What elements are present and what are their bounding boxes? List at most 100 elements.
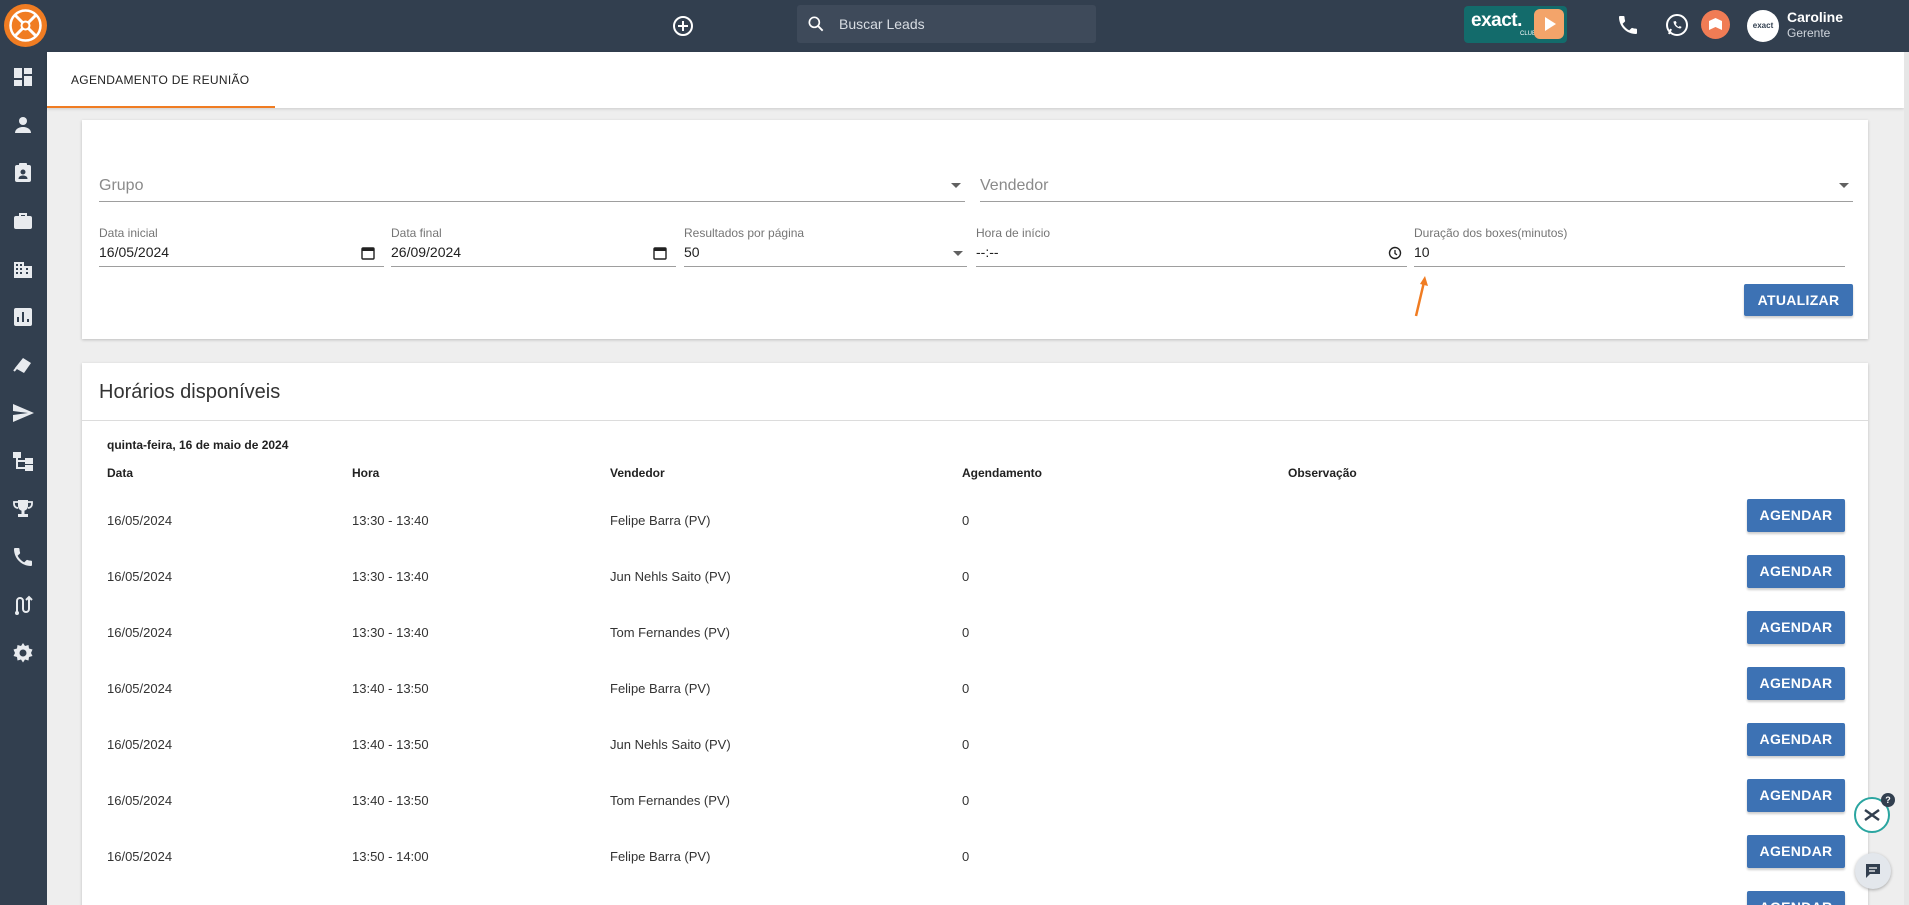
- cell-agendamento: 0: [962, 569, 970, 584]
- annotation-arrow-icon: [1414, 276, 1428, 317]
- results-title: Horários disponíveis: [99, 381, 281, 403]
- club-brand: exact.: [1471, 10, 1522, 31]
- cell-hora: 13:40 - 13:50: [352, 681, 429, 696]
- agendar-button[interactable]: AGENDAR: [1747, 611, 1845, 644]
- avatar[interactable]: exact: [1747, 10, 1779, 42]
- play-icon: [1534, 9, 1564, 39]
- calendar-icon[interactable]: [653, 246, 667, 260]
- help-widget-button[interactable]: ?: [1854, 793, 1895, 833]
- field-underline: [391, 266, 676, 267]
- chevron-down-icon: [951, 183, 961, 188]
- user-name[interactable]: Caroline: [1787, 9, 1843, 25]
- question-badge-icon: ?: [1881, 793, 1895, 807]
- book-icon[interactable]: [1701, 10, 1730, 39]
- cell-data: 16/05/2024: [107, 569, 173, 584]
- tab-agendamento[interactable]: AGENDAMENTO DE REUNIÃO: [47, 52, 275, 108]
- user-role: Gerente: [1787, 26, 1831, 40]
- chevron-down-icon: [953, 251, 963, 256]
- agendar-button[interactable]: AGENDAR: [1747, 499, 1845, 532]
- chevron-down-icon: [1839, 183, 1849, 188]
- contact-icon[interactable]: [11, 161, 35, 185]
- cell-hora: 13:30 - 13:40: [352, 513, 429, 528]
- search-icon: [808, 16, 824, 32]
- agendar-button[interactable]: AGENDAR: [1747, 891, 1845, 905]
- filter-card: Grupo Vendedor Data inicial 16/05/2024 D…: [82, 120, 1868, 339]
- phone-icon[interactable]: [1616, 13, 1640, 37]
- atualizar-button[interactable]: ATUALIZAR: [1744, 284, 1853, 316]
- hora-inicio-label: Hora de início: [976, 226, 1051, 240]
- cell-data: 16/05/2024: [107, 681, 173, 696]
- add-circle-icon[interactable]: [671, 14, 695, 38]
- building-icon[interactable]: [11, 257, 35, 281]
- cell-vendedor: Tom Fernandes (PV): [610, 625, 730, 640]
- cell-data: 16/05/2024: [107, 737, 173, 752]
- calendar-icon[interactable]: [361, 246, 375, 260]
- grupo-placeholder: Grupo: [99, 177, 144, 194]
- cell-vendedor: Felipe Barra (PV): [610, 513, 711, 528]
- route-icon[interactable]: [11, 593, 35, 617]
- chart-icon[interactable]: [11, 305, 35, 329]
- cell-agendamento: 0: [962, 625, 970, 640]
- cell-agendamento: 0: [962, 793, 970, 808]
- agendar-button[interactable]: AGENDAR: [1747, 667, 1845, 700]
- dashboard-icon[interactable]: [11, 65, 35, 89]
- field-underline: [976, 266, 1407, 267]
- table-row: 16/05/2024 13:30 - 13:40 Felipe Barra (PV)…: [82, 492, 1868, 548]
- cell-agendamento: 0: [962, 849, 970, 864]
- top-bar: exact. CLUB exact Caroline Gerente: [0, 0, 1909, 52]
- whatsapp-icon[interactable]: [1664, 12, 1690, 38]
- table-row: 16/05/2024 13:30 - 13:40 Jun Nehls Saito (…: [82, 548, 1868, 604]
- cell-vendedor: Felipe Barra (PV): [610, 681, 711, 696]
- exact-club-button[interactable]: exact. CLUB: [1464, 6, 1567, 43]
- column-header-data: Data: [107, 466, 134, 480]
- trophy-icon[interactable]: [11, 497, 35, 521]
- table-row: 16/05/2024 13:50 - 14:00 Felipe Barra (PV)…: [82, 828, 1868, 884]
- vendedor-placeholder: Vendedor: [980, 177, 1049, 194]
- agendar-button[interactable]: AGENDAR: [1747, 835, 1845, 868]
- tags-icon[interactable]: [11, 353, 35, 377]
- agendar-button[interactable]: AGENDAR: [1747, 555, 1845, 588]
- duracao-value[interactable]: 10: [1414, 244, 1430, 260]
- person-icon[interactable]: [11, 113, 35, 137]
- app-logo-icon[interactable]: [4, 4, 47, 47]
- search-box[interactable]: [797, 5, 1096, 43]
- sidebar: [0, 52, 47, 905]
- clock-icon[interactable]: [1388, 246, 1402, 260]
- hierarchy-icon[interactable]: [11, 449, 35, 473]
- field-underline: [99, 266, 384, 267]
- cell-data: 16/05/2024: [107, 793, 173, 808]
- table-row: 16/05/202413:50 - 14:00Tom Fernandes (PV…: [82, 884, 1868, 905]
- data-final-label: Data final: [391, 226, 442, 240]
- table-row: 16/05/2024 13:30 - 13:40 Tom Fernandes (PV…: [82, 604, 1868, 660]
- divider: [82, 420, 1868, 421]
- search-input[interactable]: [839, 12, 1079, 36]
- duracao-label: Duração dos boxes(minutos): [1414, 226, 1568, 240]
- column-header-hora: Hora: [352, 466, 380, 480]
- settings-icon[interactable]: [11, 641, 35, 665]
- data-final-value[interactable]: 26/09/2024: [391, 244, 461, 260]
- agendar-button[interactable]: AGENDAR: [1747, 779, 1845, 812]
- cell-agendamento: 0: [962, 737, 970, 752]
- active-tab-indicator: [47, 106, 275, 108]
- data-inicial-value[interactable]: 16/05/2024: [99, 244, 169, 260]
- table-row: 16/05/2024 13:40 - 13:50 Felipe Barra (PV)…: [82, 660, 1868, 716]
- day-title: quinta-feira, 16 de maio de 2024: [107, 438, 289, 452]
- hora-inicio-value[interactable]: --:--: [976, 244, 999, 260]
- cell-hora: 13:50 - 14:00: [352, 849, 429, 864]
- cell-hora: 13:30 - 13:40: [352, 625, 429, 640]
- column-header-observacao: Observação: [1288, 466, 1357, 480]
- agendar-button[interactable]: AGENDAR: [1747, 723, 1845, 756]
- vendedor-select[interactable]: Vendedor: [980, 170, 1853, 202]
- phone-sidebar-icon[interactable]: [11, 545, 35, 569]
- field-underline: [684, 266, 967, 267]
- chat-button[interactable]: [1855, 853, 1891, 889]
- briefcase-icon[interactable]: [11, 209, 35, 233]
- cell-data: 16/05/2024: [107, 625, 173, 640]
- send-icon[interactable]: [11, 401, 35, 425]
- grupo-select[interactable]: Grupo: [99, 170, 965, 202]
- cell-data: 16/05/2024: [107, 513, 173, 528]
- scrollbar[interactable]: [1904, 52, 1909, 905]
- tab-bar: AGENDAMENTO DE REUNIÃO: [47, 52, 1904, 108]
- cell-vendedor: Jun Nehls Saito (PV): [610, 737, 731, 752]
- cell-vendedor: Tom Fernandes (PV): [610, 793, 730, 808]
